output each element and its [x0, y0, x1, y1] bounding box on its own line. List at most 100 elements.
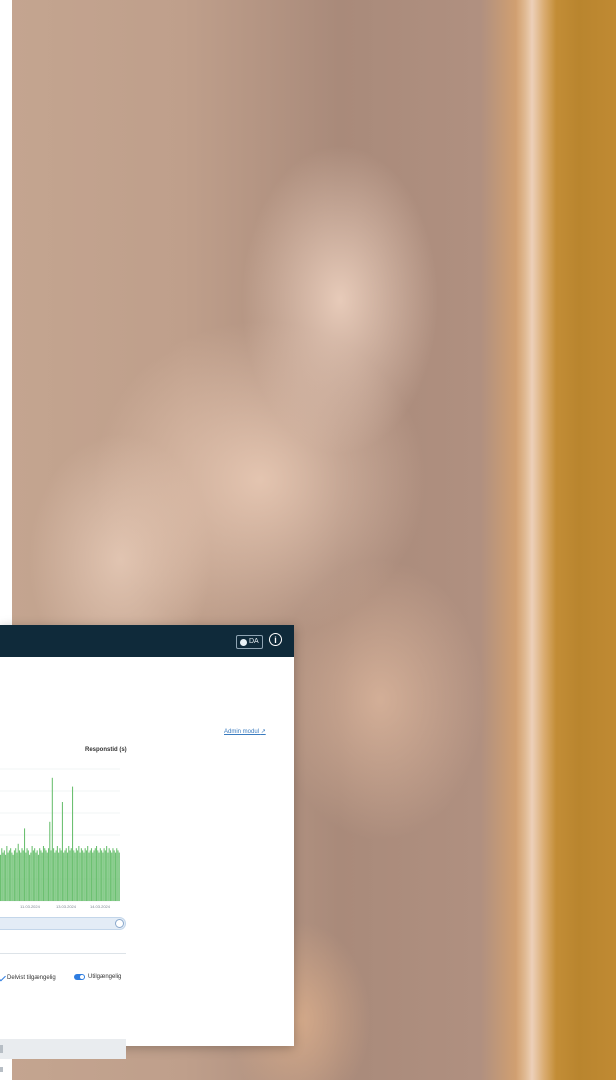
chart-bar[interactable]	[12, 854, 14, 901]
chart-bar[interactable]	[39, 848, 41, 901]
chart-bar[interactable]	[44, 848, 46, 901]
chart-bar[interactable]	[69, 850, 71, 901]
chart-bar[interactable]	[82, 850, 84, 901]
chart-bar[interactable]	[30, 852, 32, 901]
legend-partial[interactable]: Delvist tilgængelig	[0, 973, 56, 982]
chart-range-slider[interactable]	[0, 917, 126, 930]
chart-bar[interactable]	[87, 846, 89, 901]
chart-bar[interactable]	[50, 850, 52, 901]
chart-bar[interactable]	[92, 852, 94, 901]
chart-bar[interactable]	[98, 852, 100, 901]
chart-bar[interactable]	[109, 850, 111, 901]
chart-bar[interactable]	[45, 850, 47, 901]
chart-bar[interactable]	[41, 852, 43, 901]
chart-bar[interactable]	[74, 852, 76, 901]
chart-bar[interactable]	[75, 848, 77, 901]
chart-bar[interactable]	[2, 852, 4, 901]
chart-bar[interactable]	[24, 828, 26, 901]
chart-bar[interactable]	[114, 852, 117, 901]
chart-bar[interactable]	[64, 850, 66, 901]
chart-bar[interactable]	[117, 850, 119, 901]
chart-bar[interactable]	[22, 850, 24, 901]
chart-bar[interactable]	[72, 786, 74, 901]
chart-bar[interactable]	[29, 854, 31, 901]
chart-bar[interactable]	[88, 852, 90, 901]
chart-bar[interactable]	[59, 848, 61, 901]
chart-bar[interactable]	[94, 848, 96, 901]
chart-bar[interactable]	[8, 850, 10, 901]
chart-bar[interactable]	[31, 846, 33, 901]
chart-bar[interactable]	[116, 848, 118, 901]
toggle-icon[interactable]	[74, 974, 85, 980]
chart-bar[interactable]	[0, 854, 2, 901]
chart-bar[interactable]	[55, 850, 57, 901]
chart-bar[interactable]	[108, 848, 110, 901]
chart-bar[interactable]	[73, 850, 75, 901]
chart-bar[interactable]	[48, 848, 50, 901]
chart-bar[interactable]	[26, 848, 28, 901]
chart-bar[interactable]	[99, 848, 101, 901]
chart-bar[interactable]	[103, 848, 105, 901]
chart-bar[interactable]	[18, 850, 21, 901]
chart-bar[interactable]	[111, 852, 113, 901]
language-button[interactable]: DA	[236, 635, 263, 649]
chart-bar[interactable]	[20, 852, 22, 901]
chart-bar[interactable]	[13, 850, 15, 901]
chart-bar[interactable]	[54, 852, 56, 901]
chart-bar[interactable]	[78, 846, 80, 901]
chart-bar[interactable]	[53, 848, 55, 901]
chart-bar[interactable]	[25, 852, 27, 901]
chart-bar[interactable]	[85, 850, 87, 901]
chart-bar[interactable]	[89, 850, 91, 901]
chart-bar[interactable]	[16, 852, 18, 901]
chart-bar[interactable]	[40, 850, 42, 901]
chart-bar[interactable]	[70, 848, 72, 901]
chart-bar[interactable]	[83, 852, 85, 901]
chart-bar[interactable]	[42, 846, 45, 901]
chart-bar[interactable]	[7, 852, 9, 901]
chart-bar[interactable]	[21, 848, 23, 901]
chart-bar[interactable]	[11, 852, 13, 901]
chart-bar[interactable]	[66, 852, 69, 901]
chart-bar[interactable]	[58, 852, 60, 901]
chart-bar[interactable]	[10, 848, 12, 901]
chart-bar[interactable]	[6, 846, 8, 901]
legend-unavailable[interactable]: Utilgængelig	[74, 974, 121, 980]
chart-bar[interactable]	[1, 848, 3, 901]
chart-bar[interactable]	[104, 850, 106, 901]
chart-bar[interactable]	[17, 843, 19, 901]
chart-bar[interactable]	[80, 848, 82, 901]
chart-bar[interactable]	[79, 852, 81, 901]
chart-bar[interactable]	[56, 846, 58, 901]
chart-bar[interactable]	[102, 852, 104, 901]
chart-bar[interactable]	[36, 850, 38, 901]
chart-bar[interactable]	[5, 854, 7, 901]
chart-bar[interactable]	[35, 852, 37, 901]
range-slider-handle[interactable]	[115, 919, 124, 928]
chart-bar[interactable]	[113, 850, 115, 901]
chart-bar[interactable]	[65, 848, 67, 901]
chart-bar[interactable]	[68, 846, 70, 901]
chart-bar[interactable]	[32, 850, 34, 901]
chart-bar[interactable]	[106, 846, 108, 901]
chart-bar[interactable]	[63, 852, 65, 901]
chart-bar[interactable]	[93, 850, 95, 901]
chart-bar[interactable]	[51, 777, 53, 901]
chart-bar[interactable]	[49, 821, 51, 901]
chart-bar[interactable]	[97, 850, 99, 901]
chart-bar[interactable]	[112, 848, 114, 901]
chart-bar[interactable]	[61, 802, 63, 901]
chart-bar[interactable]	[37, 854, 39, 901]
chart-bar[interactable]	[77, 850, 79, 901]
chart-bar[interactable]	[84, 848, 86, 901]
admin-module-link[interactable]: Admin modul ↗	[224, 728, 266, 735]
chart-bar[interactable]	[34, 848, 36, 901]
info-icon[interactable]: i	[269, 633, 282, 646]
chart-bar[interactable]	[3, 850, 5, 901]
chart-bar[interactable]	[101, 850, 103, 901]
chart-bar[interactable]	[107, 852, 109, 901]
chart-bar[interactable]	[60, 850, 62, 901]
chart-bar[interactable]	[27, 850, 29, 901]
chart-bar[interactable]	[118, 852, 120, 901]
chart-bar[interactable]	[90, 848, 93, 901]
